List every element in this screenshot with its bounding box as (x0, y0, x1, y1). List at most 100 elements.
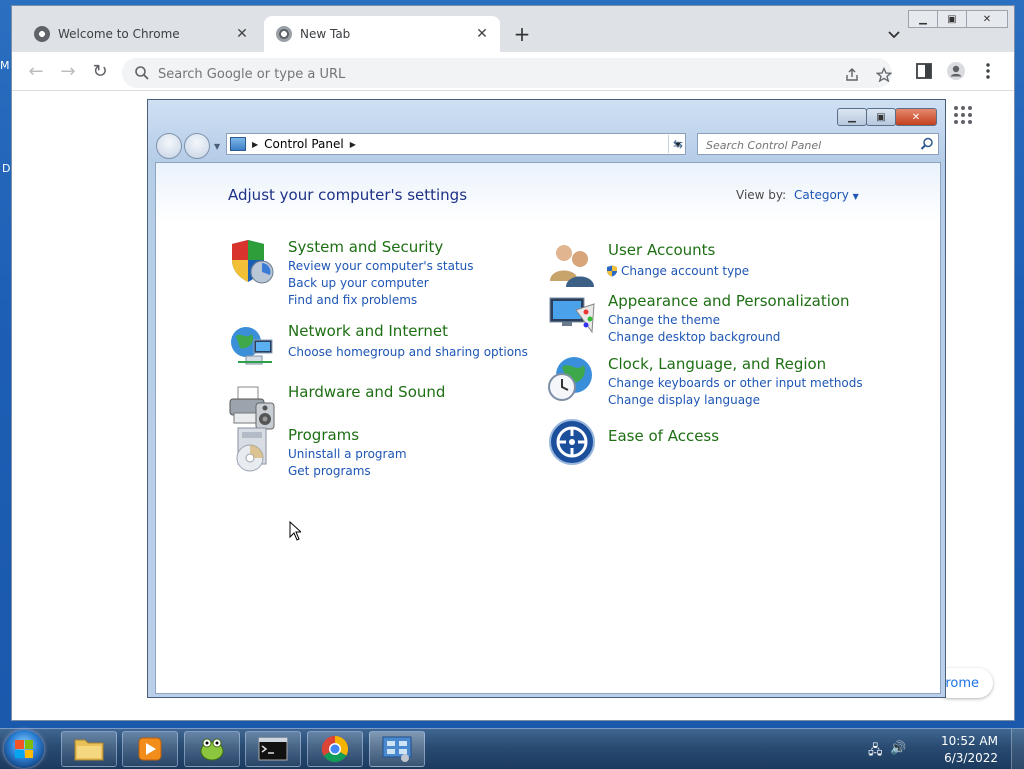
uninstall-program-link[interactable]: Uninstall a program (288, 446, 407, 463)
category-title[interactable]: System and Security (288, 238, 443, 256)
omnibox-input[interactable] (156, 63, 760, 85)
tab-title: New Tab (300, 27, 351, 41)
control-panel-window: ▁ ▣ ✕ ▼ ▶ Control Panel ▶ ▼ ⇆ Adjust you… (147, 99, 946, 698)
category-title[interactable]: Network and Internet (288, 322, 448, 340)
search-box[interactable] (697, 133, 939, 155)
notepad-plus-icon (200, 738, 224, 761)
forward-arrow-icon[interactable]: → (58, 61, 78, 82)
review-status-link[interactable]: Review your computer's status (288, 258, 474, 275)
taskbar-control-panel[interactable] (369, 731, 425, 767)
search-icon (135, 66, 149, 80)
change-account-type-link[interactable]: Change account type (606, 263, 749, 280)
shield-security-icon (232, 240, 274, 284)
omnibox[interactable] (122, 58, 892, 88)
tab-search-chevron-icon[interactable] (884, 24, 904, 44)
homegroup-link[interactable]: Choose homegroup and sharing options (288, 344, 528, 361)
bookmark-star-icon[interactable] (876, 67, 892, 83)
close-window-button[interactable]: ✕ (895, 108, 937, 126)
close-tab-icon[interactable]: ✕ (232, 24, 252, 44)
volume-icon[interactable]: 🔊 (890, 741, 906, 757)
start-button[interactable] (4, 730, 44, 768)
change-account-type-label: Change account type (621, 264, 750, 278)
back-button[interactable] (156, 133, 182, 159)
breadcrumb-arrow-icon[interactable]: ▶ (350, 140, 356, 149)
get-programs-link[interactable]: Get programs (288, 463, 407, 480)
view-by-label: View by: (736, 188, 787, 202)
share-icon[interactable] (844, 67, 860, 83)
taskbar-media-player[interactable] (122, 731, 178, 767)
chrome-logo-icon (276, 26, 292, 42)
recent-pages-chevron-icon[interactable]: ▼ (214, 142, 220, 151)
close-window-button[interactable]: ✕ (966, 10, 1008, 28)
tab-title: Welcome to Chrome (58, 27, 180, 41)
chevron-down-icon: ▼ (852, 192, 859, 201)
media-player-icon (138, 737, 162, 761)
category-title[interactable]: User Accounts (608, 241, 715, 259)
backup-link[interactable]: Back up your computer (288, 275, 474, 292)
control-panel-icon (382, 736, 412, 762)
control-panel-content: Adjust your computer's settings View by:… (155, 162, 941, 694)
clock[interactable]: 10:52 AM 6/3/2022 (941, 733, 998, 767)
reload-icon[interactable]: ↻ (90, 61, 110, 82)
category-title[interactable]: Appearance and Personalization (608, 292, 850, 310)
chrome-icon (321, 735, 349, 763)
chrome-globe-icon (34, 26, 50, 42)
refresh-icon[interactable]: ⇆ (668, 135, 687, 153)
printer-speaker-icon (229, 386, 275, 430)
taskbar-file-explorer[interactable] (61, 731, 117, 767)
search-input[interactable] (704, 136, 908, 154)
taskbar-chrome[interactable] (307, 731, 363, 767)
change-keyboards-link[interactable]: Change keyboards or other input methods (608, 375, 863, 392)
change-background-link[interactable]: Change desktop background (608, 329, 780, 346)
address-bar[interactable]: ▶ Control Panel ▶ ▼ (226, 133, 686, 155)
maximize-button[interactable]: ▣ (866, 108, 896, 126)
change-theme-link[interactable]: Change the theme (608, 312, 780, 329)
windows-logo-icon (15, 740, 33, 758)
fix-problems-link[interactable]: Find and fix problems (288, 292, 474, 309)
tab-welcome[interactable]: Welcome to Chrome ✕ (22, 16, 260, 52)
category-title[interactable]: Programs (288, 426, 359, 444)
minimize-button[interactable]: ▁ (837, 108, 867, 126)
minimize-button[interactable]: ▁ (908, 10, 938, 28)
globe-network-icon (231, 327, 273, 365)
taskbar-notepad-plus[interactable] (184, 731, 240, 767)
forward-button[interactable] (184, 133, 210, 159)
more-menu-icon[interactable] (978, 61, 998, 81)
category-title[interactable]: Clock, Language, and Region (608, 355, 826, 373)
clock-time: 10:52 AM (941, 734, 998, 748)
new-tab-button[interactable]: + (510, 22, 534, 46)
navigation-buttons: ▼ (156, 133, 220, 159)
category-title[interactable]: Hardware and Sound (288, 383, 445, 401)
page-title: Adjust your computer's settings (228, 186, 468, 204)
maximize-button[interactable]: ▣ (937, 10, 967, 28)
users-icon (550, 245, 594, 287)
profile-avatar-icon[interactable] (946, 61, 966, 81)
breadcrumb-arrow-icon[interactable]: ▶ (252, 140, 258, 149)
search-icon[interactable] (920, 137, 934, 151)
programs-disc-icon (236, 427, 267, 472)
change-display-language-link[interactable]: Change display language (608, 392, 863, 409)
desktop-icon-label: D (2, 162, 11, 175)
control-panel-window-controls: ▁ ▣ ✕ (837, 108, 937, 126)
tab-new-tab[interactable]: New Tab ✕ (264, 16, 500, 52)
uac-shield-icon (607, 265, 617, 277)
side-panel-icon[interactable] (914, 61, 934, 81)
category-title[interactable]: Ease of Access (608, 427, 719, 445)
mouse-cursor-icon (289, 521, 301, 541)
taskbar-command-prompt[interactable] (245, 731, 301, 767)
view-by-dropdown[interactable]: Category ▼ (794, 188, 859, 202)
google-apps-icon[interactable] (954, 106, 972, 124)
show-desktop-button[interactable] (1011, 729, 1024, 769)
chrome-window-controls: ▁ ▣ ✕ (908, 10, 1008, 28)
breadcrumb-control-panel[interactable]: Control Panel (264, 137, 344, 151)
clock-date: 6/3/2022 (944, 751, 998, 765)
close-tab-icon[interactable]: ✕ (472, 24, 492, 44)
browser-toolbar: ← → ↻ (12, 52, 1014, 91)
network-icon[interactable]: 🖧 (868, 741, 884, 758)
taskbar: 🖧 🔊 10:52 AM 6/3/2022 (0, 728, 1024, 769)
system-tray: 🖧 🔊 10:52 AM 6/3/2022 (824, 729, 1024, 769)
clock-globe-icon (548, 357, 592, 401)
monitor-palette-icon (549, 297, 595, 334)
view-by-value: Category (794, 188, 849, 202)
back-arrow-icon[interactable]: ← (26, 61, 46, 82)
